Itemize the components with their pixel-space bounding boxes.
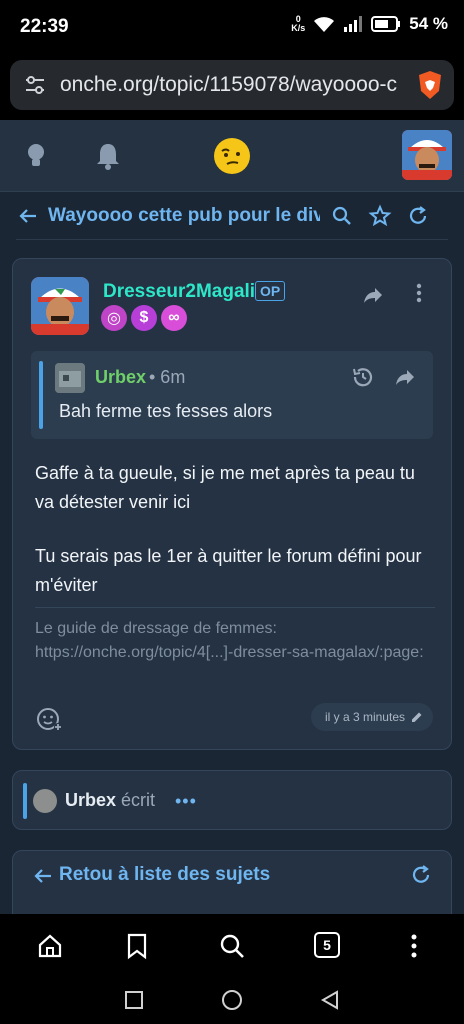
- back-to-topics-link[interactable]: Retou à liste des sujets: [59, 864, 270, 886]
- battery-icon: [371, 16, 401, 32]
- quote-author[interactable]: Urbex: [95, 367, 146, 388]
- battery-level: 54 %: [409, 14, 448, 33]
- url-text[interactable]: onche.org/topic/1159078/wayoooo-c: [60, 73, 408, 97]
- typing-dots: •••: [175, 791, 197, 811]
- add-reaction-icon[interactable]: [35, 705, 63, 733]
- back-arrow-icon[interactable]: [31, 864, 55, 888]
- dollar-badge-icon: $: [131, 305, 157, 331]
- signal-icon: [344, 16, 363, 32]
- bell-icon[interactable]: [92, 140, 124, 172]
- star-icon[interactable]: [368, 203, 392, 228]
- post-signature: Le guide de dressage de femmes: https://…: [35, 620, 424, 661]
- more-vertical-icon[interactable]: [402, 932, 426, 960]
- bookmark-icon[interactable]: [124, 932, 150, 960]
- post-card: Dresseur2Magali OP ◎ $ ∞ Urbex • 6m Bah …: [12, 258, 452, 750]
- home-circle-icon[interactable]: [220, 988, 244, 1012]
- message-paragraph: Tu serais pas le 1er à quitter le forum …: [35, 546, 422, 595]
- url-bar[interactable]: onche.org/topic/1159078/wayoooo-c: [10, 60, 454, 110]
- net-speed: 0 K/s: [291, 14, 306, 33]
- typing-indicator: Urbex écrit •••: [12, 770, 452, 830]
- post-author[interactable]: Dresseur2Magali: [103, 281, 255, 303]
- more-vertical-icon[interactable]: [407, 281, 431, 305]
- user-avatar[interactable]: [402, 130, 452, 180]
- home-icon[interactable]: [36, 932, 64, 960]
- edit-pencil-icon: [412, 712, 422, 722]
- status-time: 22:39: [20, 16, 69, 37]
- lightbulb-icon[interactable]: [22, 140, 54, 172]
- site-settings-icon[interactable]: [24, 74, 46, 96]
- system-nav-bar: [0, 976, 464, 1024]
- post-timestamp[interactable]: il y a 3 minutes: [310, 703, 433, 731]
- quote-time: • 6m: [149, 367, 186, 387]
- op-badge: OP: [255, 281, 286, 301]
- recents-icon[interactable]: [122, 988, 146, 1012]
- infinity-badge-icon: ∞: [161, 305, 187, 331]
- back-triangle-icon[interactable]: [318, 988, 342, 1012]
- history-icon[interactable]: [351, 365, 375, 389]
- typing-bar: [23, 783, 27, 819]
- search-icon[interactable]: [330, 204, 354, 228]
- author-avatar[interactable]: [31, 277, 89, 335]
- browser-bar: onche.org/topic/1159078/wayoooo-c: [0, 56, 464, 120]
- browser-toolbar: 5: [0, 914, 464, 976]
- typing-user: Urbex: [65, 790, 117, 810]
- quote-bar: [39, 361, 43, 429]
- status-bar: 22:39 0 K/s 54 %: [0, 0, 464, 56]
- message-paragraph: Gaffe à ta gueule, si je me met après ta…: [35, 463, 415, 512]
- brave-shield-icon[interactable]: [414, 69, 446, 101]
- quote-author-avatar[interactable]: [55, 363, 85, 393]
- refresh-icon[interactable]: [406, 204, 430, 228]
- wifi-icon: [314, 17, 335, 32]
- post-message: Gaffe à ta gueule, si je me met après ta…: [35, 459, 435, 625]
- site-header: [0, 120, 464, 192]
- topic-title[interactable]: Wayoooo cette pub pour le divorce: [48, 205, 320, 227]
- quoted-message[interactable]: Urbex • 6m Bah ferme tes fesses alors: [31, 351, 433, 439]
- spiral-badge-icon: ◎: [101, 305, 127, 331]
- refresh-icon[interactable]: [409, 863, 433, 887]
- tabs-counter[interactable]: 5: [314, 932, 340, 958]
- typing-verb: écrit: [121, 790, 156, 810]
- topic-header: Wayoooo cette pub pour le divorce: [16, 192, 448, 240]
- signature-divider: [35, 607, 435, 608]
- share-icon[interactable]: [361, 283, 385, 307]
- back-arrow-icon[interactable]: [16, 204, 40, 228]
- search-icon[interactable]: [218, 932, 246, 960]
- quote-text: Bah ferme tes fesses alors: [59, 401, 273, 421]
- typing-user-avatar: [33, 789, 57, 813]
- logo-smiley-icon[interactable]: [212, 136, 252, 176]
- quote-share-icon[interactable]: [393, 365, 417, 389]
